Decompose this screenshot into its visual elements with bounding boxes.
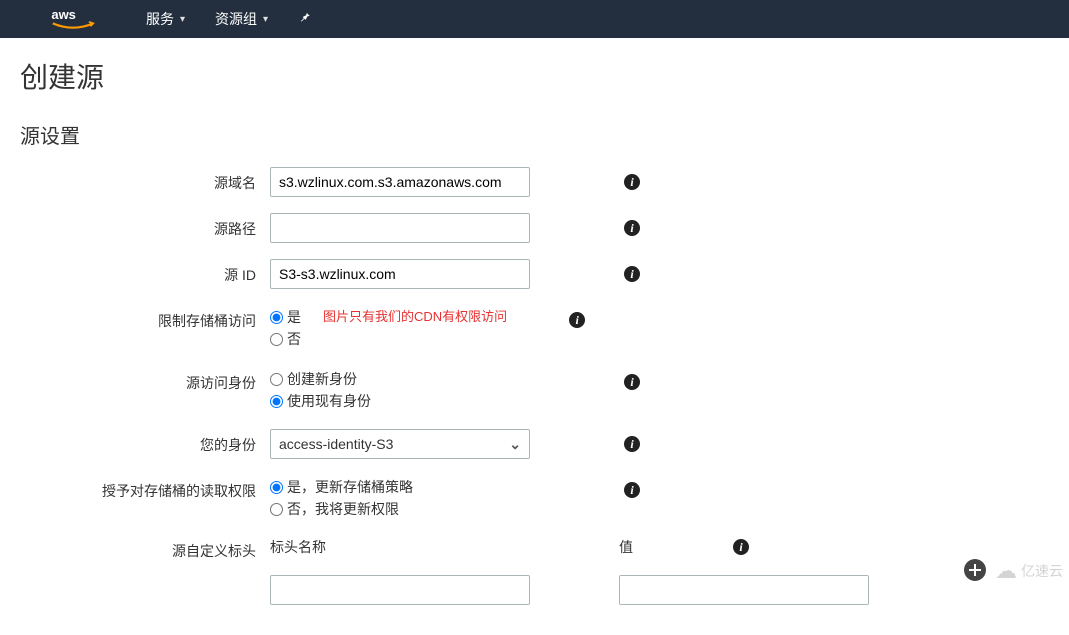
grant-yes-radio[interactable] (270, 481, 283, 494)
oai-create-radio[interactable] (270, 373, 283, 386)
add-header-button[interactable] (964, 559, 986, 581)
restrict-yes-radio[interactable] (270, 311, 283, 324)
chevron-down-icon: ▾ (263, 14, 268, 25)
label-grant-read: 授予对存储桶的读取权限 (20, 475, 270, 501)
page-body: 创建源 源设置 源域名 i 源路径 i 源 ID i (0, 38, 1069, 635)
grant-no-radio[interactable] (270, 503, 283, 516)
origin-settings-form: 源域名 i 源路径 i 源 ID i 限制存储桶访问 (20, 167, 1049, 605)
label-origin-path: 源路径 (20, 213, 270, 239)
nav-resource-groups-label: 资源组 (215, 9, 257, 29)
oai-existing-label: 使用现有身份 (287, 391, 371, 411)
nav-resource-groups[interactable]: 资源组 ▾ (215, 9, 268, 29)
info-icon[interactable]: i (624, 174, 640, 190)
top-navbar: aws 服务 ▾ 资源组 ▾ (0, 0, 1069, 38)
restrict-note: 图片只有我们的CDN有权限访问 (323, 307, 507, 327)
nav-services[interactable]: 服务 ▾ (146, 9, 185, 29)
restrict-yes-label: 是 (287, 307, 301, 327)
chevron-down-icon: ▾ (180, 14, 185, 25)
header-value-input[interactable] (619, 575, 869, 605)
page-title: 创建源 (20, 56, 1049, 96)
header-value-label: 值 (619, 537, 633, 557)
label-origin-access-identity: 源访问身份 (20, 367, 270, 393)
header-name-label: 标头名称 (270, 537, 534, 557)
section-title: 源设置 (20, 120, 1049, 149)
origin-domain-input[interactable] (270, 167, 530, 197)
info-icon[interactable]: i (624, 220, 640, 236)
info-icon[interactable]: i (624, 374, 640, 390)
origin-id-input[interactable] (270, 259, 530, 289)
grant-yes-label: 是，更新存储桶策略 (287, 477, 413, 497)
label-origin-id: 源 ID (20, 259, 270, 285)
oai-existing-radio[interactable] (270, 395, 283, 408)
restrict-no-radio[interactable] (270, 333, 283, 346)
label-custom-headers: 源自定义标头 (20, 537, 270, 561)
info-icon[interactable]: i (624, 266, 640, 282)
restrict-no-label: 否 (287, 329, 301, 349)
grant-no-label: 否，我将更新权限 (287, 499, 399, 519)
chevron-down-icon: ⌄ (509, 436, 521, 453)
identity-select[interactable]: access-identity-S3 ⌄ (270, 429, 530, 459)
origin-path-input[interactable] (270, 213, 530, 243)
svg-text:aws: aws (51, 7, 76, 22)
nav-services-label: 服务 (146, 9, 174, 29)
label-your-identity: 您的身份 (20, 429, 270, 455)
info-icon[interactable]: i (569, 312, 585, 328)
identity-select-value: access-identity-S3 (279, 436, 393, 452)
info-icon[interactable]: i (624, 482, 640, 498)
pin-icon[interactable] (298, 10, 312, 29)
info-icon[interactable]: i (733, 539, 749, 555)
label-origin-domain: 源域名 (20, 167, 270, 193)
label-restrict-bucket: 限制存储桶访问 (20, 305, 270, 331)
header-name-input[interactable] (270, 575, 530, 605)
oai-create-label: 创建新身份 (287, 369, 357, 389)
aws-logo[interactable]: aws (50, 6, 96, 32)
info-icon[interactable]: i (624, 436, 640, 452)
